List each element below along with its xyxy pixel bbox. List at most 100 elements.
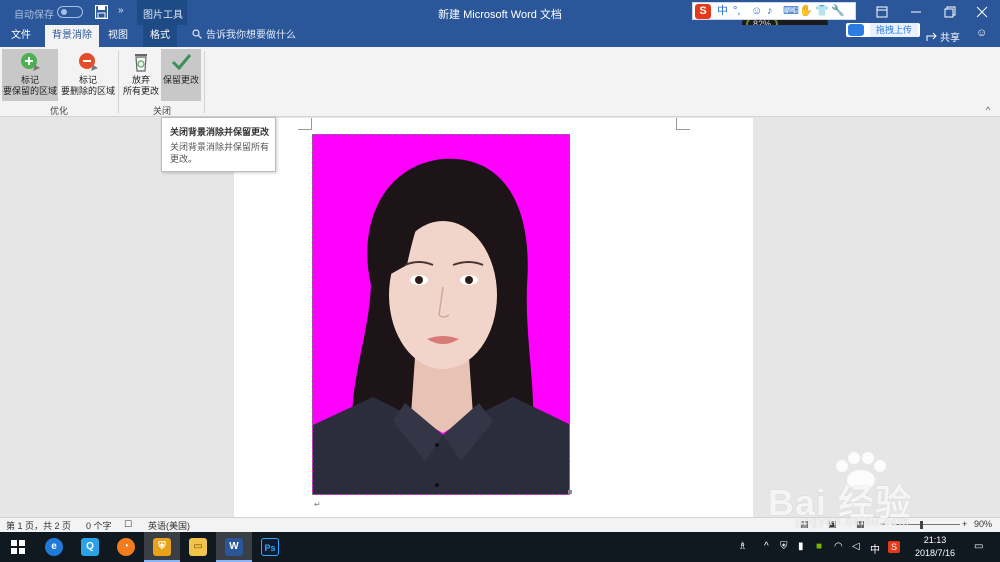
- microphone-icon[interactable]: ♪: [767, 4, 773, 19]
- taskbar-word[interactable]: W: [216, 532, 252, 562]
- share-button[interactable]: 共享: [926, 29, 960, 44]
- language-status[interactable]: 英语(美国): [148, 519, 190, 532]
- restore-icon: [944, 6, 956, 18]
- cloud-upload-widget[interactable]: 拖拽上传: [846, 23, 920, 37]
- sogou-tray-icon[interactable]: S: [888, 541, 900, 553]
- emoji-icon[interactable]: ☺: [751, 4, 762, 19]
- margin-mark: [676, 118, 690, 130]
- margin-mark: [298, 118, 312, 130]
- ribbon-options-icon: [876, 6, 888, 18]
- resize-handle[interactable]: [568, 490, 572, 494]
- close-button[interactable]: [972, 3, 992, 21]
- discard-changes-button[interactable]: 放弃 所有更改: [122, 49, 160, 101]
- shield-icon: ⛨: [153, 538, 171, 556]
- ribbon-display-options-button[interactable]: [872, 3, 892, 21]
- battery-icon[interactable]: ▮: [798, 541, 804, 552]
- autosave-label: 自动保存: [14, 10, 54, 21]
- action-center-icon[interactable]: ▭: [974, 541, 983, 552]
- chevron-up-icon[interactable]: ^: [764, 541, 769, 552]
- save-icon[interactable]: [95, 5, 108, 19]
- ribbon-collapse-icon[interactable]: ☺: [976, 27, 990, 41]
- defender-icon[interactable]: ⛨: [780, 541, 788, 552]
- tab-background-removal[interactable]: 背景消除: [45, 25, 99, 47]
- tab-format[interactable]: 格式: [143, 25, 177, 47]
- document-title: 新建 Microsoft Word 文档: [438, 9, 562, 21]
- mark-remove-label2: 要删除的区域: [60, 86, 115, 96]
- tell-me-label: 告诉我你想要做什么: [206, 30, 296, 41]
- autosave-toggle[interactable]: [57, 6, 83, 18]
- minimize-button[interactable]: [906, 3, 926, 21]
- paragraph-mark: ↵: [314, 500, 321, 509]
- minus-circle-icon: [79, 53, 98, 71]
- checkmark-icon: [171, 54, 192, 71]
- tooltip-title: 关闭背景消除并保留更改: [170, 127, 270, 137]
- portrait-image: [313, 158, 569, 494]
- keyboard-icon[interactable]: ⌨: [783, 4, 799, 19]
- plus-circle-icon: [21, 53, 40, 71]
- network-icon[interactable]: ◠: [834, 541, 843, 552]
- cloud-upload-label: 拖拽上传: [870, 23, 918, 37]
- word-icon: W: [225, 538, 243, 556]
- mark-remove-button[interactable]: 标记 要删除的区域: [60, 49, 116, 101]
- minimize-icon: [911, 11, 921, 13]
- people-icon[interactable]: ♗: [738, 541, 747, 552]
- clock[interactable]: 21:13 2018/7/16: [910, 534, 960, 560]
- restore-button[interactable]: [940, 3, 960, 21]
- tab-view[interactable]: 视图: [102, 25, 134, 47]
- proofing-icon[interactable]: ☐: [124, 519, 132, 530]
- group-separator: [204, 51, 205, 113]
- page-info[interactable]: 第 1 页，共 2 页: [6, 519, 71, 532]
- taskbar-explorer[interactable]: ▭: [180, 532, 216, 562]
- ime-mode[interactable]: 中: [717, 4, 728, 19]
- taskbar: e Q ◔ ⛨ ▭ W Ps ♗ ^ ⛨ ▮ ■ ◠ ◁ 中 S 21:13 2…: [0, 532, 1000, 562]
- ie-icon: e: [45, 538, 63, 556]
- system-tray: ♗ ^ ⛨ ▮ ■ ◠ ◁ 中 S 21:13 2018/7/16 ▭: [734, 532, 1000, 562]
- collapse-ribbon-icon[interactable]: ^: [986, 105, 990, 115]
- group-separator: [118, 51, 119, 113]
- portrait-photo[interactable]: [312, 134, 570, 495]
- ime-indicator[interactable]: 中: [870, 541, 880, 556]
- photoshop-icon: Ps: [261, 538, 279, 556]
- group-label-refine: 优化: [49, 106, 68, 116]
- quick-access-more[interactable]: »: [118, 5, 124, 16]
- group-label-close: 关闭: [152, 106, 171, 116]
- watermark-url: jingyan.baidu.com: [796, 514, 910, 528]
- taskbar-qq[interactable]: Q: [72, 532, 108, 562]
- keep-changes-tooltip: 关闭背景消除并保留更改 关闭背景消除并保留所有更改。: [161, 117, 276, 172]
- word-count[interactable]: 0 个字: [86, 519, 112, 532]
- qq-icon: Q: [81, 538, 99, 556]
- taskbar-browser[interactable]: ◔: [108, 532, 144, 562]
- ribbon: 标记 要保留的区域 标记 要删除的区域 优化 放弃 所有更改 保留更改 关闭 ^: [0, 47, 1000, 117]
- share-icon: [926, 32, 937, 41]
- browser-icon: ◔: [117, 538, 135, 556]
- hand-icon[interactable]: ✋: [799, 4, 813, 19]
- clock-date: 2018/7/16: [914, 548, 956, 558]
- wrench-icon[interactable]: 🔧: [831, 4, 845, 19]
- tab-file[interactable]: 文件: [4, 25, 38, 47]
- folder-icon: ▭: [189, 538, 207, 556]
- skin-icon[interactable]: 👕: [815, 4, 829, 19]
- ime-punctuation[interactable]: °,: [733, 4, 740, 19]
- sogou-logo-icon[interactable]: S: [695, 4, 711, 19]
- volume-icon[interactable]: ◁: [852, 541, 860, 552]
- mark-remove-label1: 标记: [78, 75, 97, 85]
- windows-logo-icon: [11, 540, 25, 554]
- mark-keep-button[interactable]: 标记 要保留的区域: [2, 49, 58, 101]
- keep-changes-button[interactable]: 保留更改: [161, 49, 201, 101]
- baidu-watermark: Bai 经验 jingyan.baidu.com: [762, 452, 992, 532]
- ime-toolbar[interactable]: S 中 °, ☺ ♪ ⌨ ✋ 👕 🔧: [692, 2, 856, 20]
- document-page[interactable]: ↵: [234, 118, 753, 517]
- recycle-bin-icon: [135, 54, 147, 72]
- taskbar-photoshop[interactable]: Ps: [252, 532, 288, 562]
- mark-keep-label2: 要保留的区域: [2, 86, 57, 96]
- discard-label2: 所有更改: [122, 86, 159, 96]
- search-icon: [192, 29, 202, 39]
- nvidia-icon[interactable]: ■: [816, 541, 822, 552]
- taskbar-ie[interactable]: e: [36, 532, 72, 562]
- tell-me-search[interactable]: 告诉我你想要做什么: [192, 25, 296, 47]
- start-button[interactable]: [0, 532, 36, 562]
- clock-time: 21:13: [923, 535, 947, 545]
- mark-keep-label1: 标记: [20, 75, 39, 85]
- share-label: 共享: [940, 33, 960, 44]
- taskbar-security[interactable]: ⛨: [144, 532, 180, 562]
